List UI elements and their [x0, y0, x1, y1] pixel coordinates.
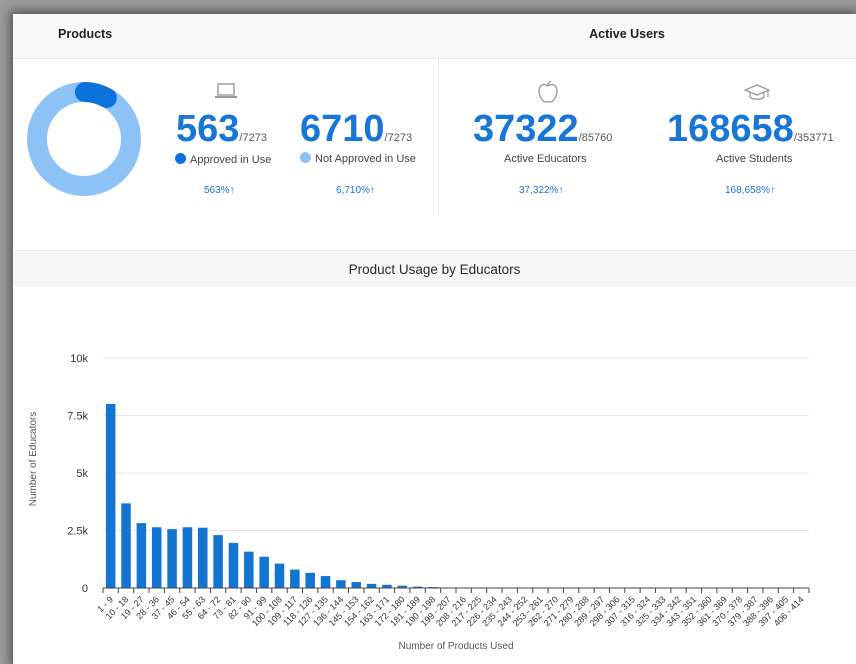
students-total: /353771	[793, 132, 834, 144]
approved-legend: Approved in Use	[175, 153, 271, 166]
x-axis	[102, 587, 810, 593]
not-approved-arc[interactable]	[27, 82, 141, 196]
educators-value: 37322	[473, 108, 579, 150]
chart-gridlines	[103, 357, 809, 531]
products-header: Products	[13, 14, 438, 58]
stats-divider	[438, 58, 439, 216]
not-approved-value: 6710	[300, 108, 385, 150]
y-axis-ticks: 0 2.5k 5k 7.5k 10k	[67, 353, 88, 595]
bar[interactable]	[182, 527, 193, 588]
approved-count: 563/7273	[176, 110, 267, 157]
bar[interactable]	[105, 404, 116, 588]
y-tick-label: 5k	[76, 468, 88, 480]
approved-total: /7273	[239, 132, 267, 144]
products-title: Products	[58, 27, 113, 41]
x-axis-label: Number of Products Used	[398, 641, 513, 652]
bar[interactable]	[274, 563, 285, 588]
chart-bars	[105, 404, 484, 588]
bar[interactable]	[136, 523, 147, 588]
educators-total: /85760	[578, 132, 613, 144]
approved-value: 563	[176, 108, 240, 150]
graduation-cap-icon	[744, 84, 770, 100]
chart-title-bar: Product Usage by Educators	[13, 251, 856, 287]
bar[interactable]	[366, 583, 377, 588]
students-label: Active Students	[716, 153, 793, 165]
not-approved-legend: Not Approved in Use	[300, 152, 416, 165]
bar[interactable]	[290, 569, 300, 588]
approved-label: Approved in Use	[190, 154, 272, 166]
approved-dot	[175, 153, 186, 164]
educators-count: 37322/85760	[473, 110, 612, 157]
bar[interactable]	[320, 576, 331, 588]
not-approved-count: 6710/7273	[300, 110, 412, 157]
students-pct: 168,658%↑	[725, 185, 776, 196]
bar[interactable]	[228, 542, 239, 588]
bar[interactable]	[351, 582, 361, 588]
dashboard-card: Products Active Users 563/7273 Approved …	[13, 14, 856, 664]
bar[interactable]	[259, 556, 269, 588]
approved-arc[interactable]	[74, 82, 117, 108]
bar[interactable]	[167, 529, 177, 588]
not-approved-total: /7273	[384, 132, 413, 144]
active-users-header: Active Users	[438, 14, 856, 58]
not-approved-pct: 6,710%↑	[336, 185, 375, 196]
bar[interactable]	[198, 527, 208, 588]
bar[interactable]	[151, 527, 162, 588]
educators-pct: 37,322%↑	[519, 185, 564, 196]
x-axis-ticks: 1 - 910 - 1819 - 2728 - 3637 - 4546 - 54…	[95, 594, 805, 628]
y-tick-label: 0	[82, 583, 88, 595]
bar[interactable]	[336, 580, 346, 588]
not-approved-label: Not Approved in Use	[315, 153, 416, 165]
not-approved-dot	[300, 152, 311, 163]
approved-pct: 563%↑	[204, 185, 235, 196]
bar[interactable]	[213, 535, 223, 588]
laptop-icon	[215, 83, 237, 98]
apple-icon	[538, 80, 558, 103]
students-value: 168658	[667, 108, 794, 150]
bar[interactable]	[305, 572, 315, 588]
bar[interactable]	[121, 503, 131, 588]
educators-label: Active Educators	[504, 153, 587, 165]
y-tick-label: 2.5k	[67, 526, 88, 538]
y-tick-label: 7.5k	[67, 411, 88, 423]
y-axis-label: Number of Educators	[28, 412, 39, 507]
active-users-title: Active Users	[589, 27, 665, 41]
spacer	[13, 217, 856, 251]
products-donut-chart[interactable]	[25, 80, 143, 198]
chart-title: Product Usage by Educators	[348, 262, 521, 277]
bar[interactable]	[244, 551, 254, 588]
students-count: 168658/353771	[667, 110, 834, 157]
product-usage-bar-chart: 0 2.5k 5k 7.5k 10k 1 - 910 - 1819 - 2728 - 3…	[28, 353, 810, 652]
y-tick-label: 10k	[70, 353, 88, 365]
